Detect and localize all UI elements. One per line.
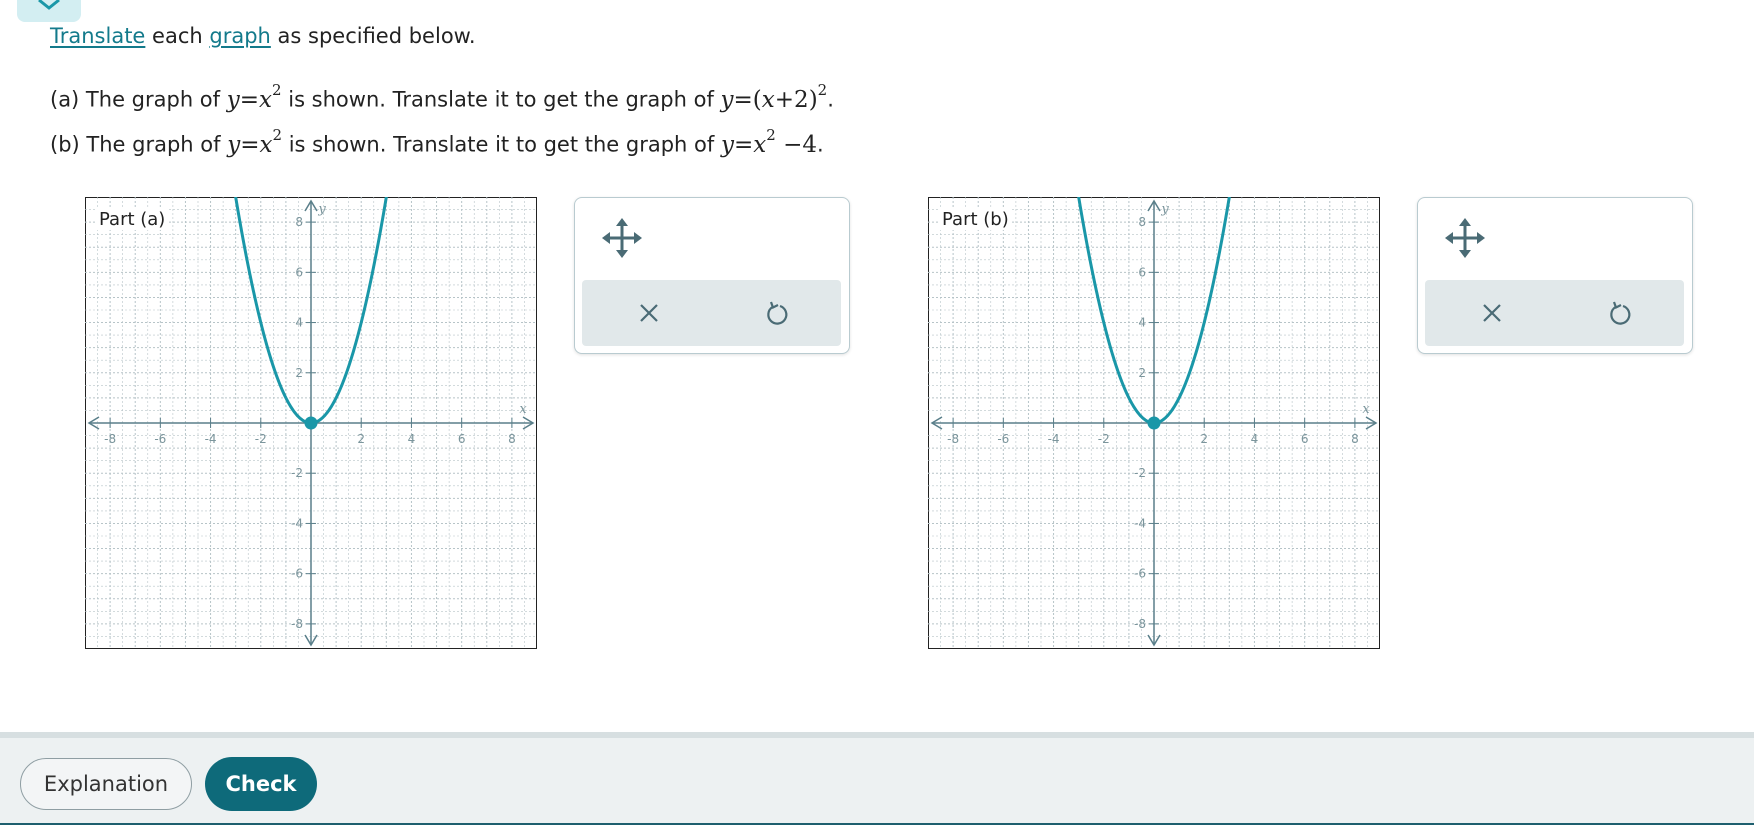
tool-panel-a [574, 197, 850, 354]
vertex-point [304, 416, 318, 430]
close-x-icon[interactable] [1475, 296, 1509, 330]
question-b-end: . [817, 132, 824, 157]
graph-label-b: Part (b) [940, 209, 1011, 230]
y-tick-label: 4 [1138, 316, 1146, 330]
x-tick-label: 4 [408, 432, 416, 446]
undo-icon[interactable] [760, 296, 794, 330]
y-tick-label: 4 [295, 316, 303, 330]
y-tick-label: -4 [291, 516, 303, 530]
equation-original-a: y=x2 [226, 81, 282, 113]
move-arrows-icon[interactable] [601, 217, 643, 259]
equation-target-b: y=x2 −4 [720, 126, 818, 158]
intro-text-end: as specified below. [270, 24, 476, 48]
y-tick-label: -8 [291, 617, 303, 631]
y-tick-label: -2 [1134, 466, 1146, 480]
x-axis-label: x [519, 402, 527, 417]
chevron-down-icon [38, 0, 60, 10]
y-axis-label: y [1160, 202, 1169, 217]
y-tick-label: 2 [295, 366, 303, 380]
question-b-prefix: (b) The graph of [50, 132, 228, 157]
question-a-end: . [827, 87, 834, 112]
undo-icon[interactable] [1603, 296, 1637, 330]
y-tick-label: -6 [1134, 567, 1146, 581]
x-tick-label: 6 [458, 432, 466, 446]
y-tick-label: 2 [1138, 366, 1146, 380]
y-tick-label: 6 [295, 265, 303, 279]
equation-target-a: y=(x+2)2 [720, 81, 828, 113]
x-tick-label: -2 [1098, 432, 1110, 446]
action-bar-b [1425, 280, 1684, 346]
y-tick-label: -4 [1134, 516, 1146, 530]
x-tick-label: 4 [1251, 432, 1259, 446]
graph-canvas-a[interactable]: -8 -6 -4 -2 2 4 6 8 -8 -6 -4 -2 2 4 6 8 x y [85, 197, 537, 649]
y-tick-label: -8 [1134, 617, 1146, 631]
graph-canvas-b[interactable]: -8 -6 -4 -2 2 4 6 8 -8 -6 -4 -2 2 4 6 8 x y [928, 197, 1380, 649]
x-tick-label: -6 [154, 432, 166, 446]
translate-link[interactable]: Translate [50, 24, 145, 48]
action-bar-a [582, 280, 841, 346]
intro-text-middle: each [145, 24, 210, 48]
instructions: Translate each graph as specified below. [50, 24, 476, 48]
x-tick-label: -8 [947, 432, 959, 446]
graph-part-b[interactable]: -8 -6 -4 -2 2 4 6 8 -8 -6 -4 -2 2 4 6 8 x y Part (b) [928, 197, 1380, 649]
y-tick-label: -6 [291, 567, 303, 581]
explanation-button[interactable]: Explanation [20, 758, 192, 810]
y-tick-label: 6 [1138, 265, 1146, 279]
question-a-prefix: (a) The graph of [50, 87, 227, 112]
graph-part-a[interactable]: -8 -6 -4 -2 2 4 6 8 -8 -6 -4 -2 2 4 6 8 x y Part (a) [85, 197, 537, 649]
y-tick-label: 8 [1138, 215, 1146, 229]
x-tick-label: -6 [997, 432, 1009, 446]
x-tick-label: -4 [1048, 432, 1060, 446]
graph-label-a: Part (a) [97, 209, 168, 230]
y-tick-label: -2 [291, 466, 303, 480]
tool-panel-b [1417, 197, 1693, 354]
x-tick-label: 2 [1200, 432, 1208, 446]
graph-link[interactable]: graph [209, 24, 270, 48]
x-tick-label: -4 [205, 432, 217, 446]
x-tick-label: 8 [1351, 432, 1359, 446]
question-a: (a) The graph of y=x2 is shown. Translat… [50, 81, 834, 113]
vertex-point [1147, 416, 1161, 430]
x-axis-label: x [1362, 402, 1370, 417]
x-tick-label: -8 [104, 432, 116, 446]
footer-bar: Explanation Check [0, 732, 1754, 825]
question-a-mid: is shown. Translate it to get the graph … [288, 87, 721, 112]
close-x-icon[interactable] [632, 296, 666, 330]
check-button[interactable]: Check [205, 757, 317, 811]
collapse-tab[interactable] [17, 0, 81, 22]
y-tick-label: 8 [295, 215, 303, 229]
y-axis-label: y [317, 202, 326, 217]
x-tick-label: 2 [357, 432, 365, 446]
x-tick-label: -2 [255, 432, 267, 446]
equation-original-b: y=x2 [227, 126, 282, 158]
move-arrows-icon[interactable] [1444, 217, 1486, 259]
x-tick-label: 8 [508, 432, 516, 446]
x-tick-label: 6 [1301, 432, 1309, 446]
question-b: (b) The graph of y=x2 is shown. Translat… [50, 126, 824, 158]
question-b-mid: is shown. Translate it to get the graph … [288, 132, 721, 157]
